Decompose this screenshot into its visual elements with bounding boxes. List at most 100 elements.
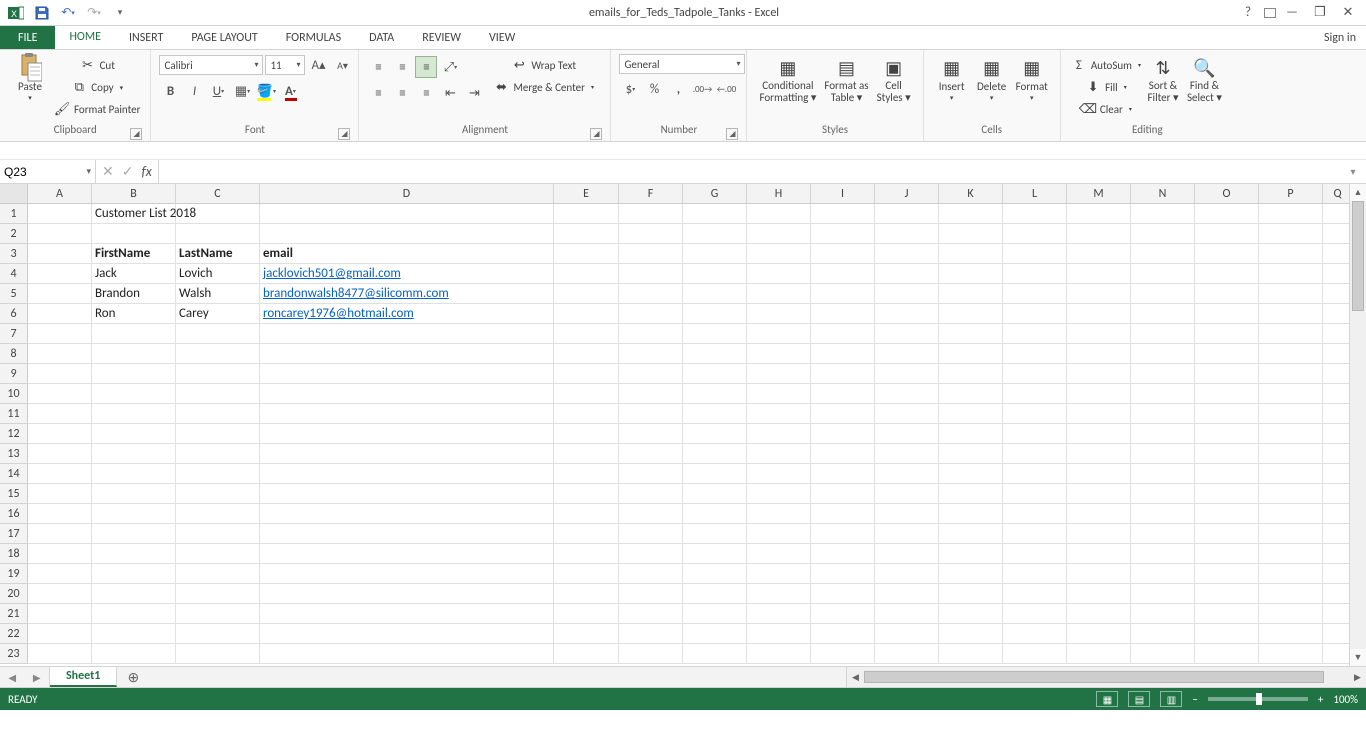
cell-C6[interactable]: Carey bbox=[176, 304, 260, 324]
cell-E1[interactable] bbox=[554, 204, 619, 224]
conditional-formatting-button[interactable]: ▦ConditionalFormatting ▾ bbox=[755, 54, 820, 106]
vscroll-thumb[interactable] bbox=[1352, 201, 1364, 311]
scroll-down-icon[interactable]: ▼ bbox=[1350, 649, 1366, 666]
cell-H23[interactable] bbox=[747, 644, 811, 664]
row-header-10[interactable]: 10 bbox=[0, 384, 28, 404]
cell-P6[interactable] bbox=[1259, 304, 1323, 324]
cell-I14[interactable] bbox=[811, 464, 875, 484]
column-header-C[interactable]: C bbox=[176, 184, 260, 204]
row-header-1[interactable]: 1 bbox=[0, 204, 28, 224]
cell-P4[interactable] bbox=[1259, 264, 1323, 284]
column-header-P[interactable]: P bbox=[1259, 184, 1323, 204]
cell-B15[interactable] bbox=[92, 484, 176, 504]
cell-A10[interactable] bbox=[28, 384, 92, 404]
cell-E15[interactable] bbox=[554, 484, 619, 504]
cell-C3[interactable]: LastName bbox=[176, 244, 260, 264]
column-header-D[interactable]: D bbox=[260, 184, 554, 204]
row-header-4[interactable]: 4 bbox=[0, 264, 28, 284]
cell-I3[interactable] bbox=[811, 244, 875, 264]
cell-E4[interactable] bbox=[554, 264, 619, 284]
cell-K4[interactable] bbox=[939, 264, 1003, 284]
cell-styles-button[interactable]: ▣CellStyles ▾ bbox=[873, 54, 915, 106]
cell-F8[interactable] bbox=[619, 344, 683, 364]
cell-C17[interactable] bbox=[176, 524, 260, 544]
cell-F23[interactable] bbox=[619, 644, 683, 664]
cell-B10[interactable] bbox=[92, 384, 176, 404]
cell-J14[interactable] bbox=[875, 464, 939, 484]
cell-P7[interactable] bbox=[1259, 324, 1323, 344]
column-header-E[interactable]: E bbox=[554, 184, 619, 204]
cell-B23[interactable] bbox=[92, 644, 176, 664]
cell-J8[interactable] bbox=[875, 344, 939, 364]
name-box-dropdown-icon[interactable]: ▾ bbox=[86, 166, 91, 177]
cell-F12[interactable] bbox=[619, 424, 683, 444]
row-header-19[interactable]: 19 bbox=[0, 564, 28, 584]
cell-F16[interactable] bbox=[619, 504, 683, 524]
cut-button[interactable]: ✂Cut bbox=[52, 54, 142, 76]
cell-O9[interactable] bbox=[1195, 364, 1259, 384]
cell-F13[interactable] bbox=[619, 444, 683, 464]
scroll-right-icon[interactable]: ▶ bbox=[1349, 672, 1366, 683]
row-header-16[interactable]: 16 bbox=[0, 504, 28, 524]
merge-center-button[interactable]: ⬌Merge & Center▾ bbox=[491, 76, 596, 98]
cell-N13[interactable] bbox=[1131, 444, 1195, 464]
cell-C5[interactable]: Walsh bbox=[176, 284, 260, 304]
cell-E20[interactable] bbox=[554, 584, 619, 604]
cell-O4[interactable] bbox=[1195, 264, 1259, 284]
cell-M14[interactable] bbox=[1067, 464, 1131, 484]
cell-D4[interactable]: jacklovich501@gmail.com bbox=[260, 264, 554, 284]
cell-E14[interactable] bbox=[554, 464, 619, 484]
zoom-out-icon[interactable]: − bbox=[1192, 693, 1197, 706]
tab-formulas[interactable]: FORMULAS bbox=[272, 26, 355, 49]
row-header-5[interactable]: 5 bbox=[0, 284, 28, 304]
cell-D14[interactable] bbox=[260, 464, 554, 484]
cell-A15[interactable] bbox=[28, 484, 92, 504]
cell-C8[interactable] bbox=[176, 344, 260, 364]
row-header-11[interactable]: 11 bbox=[0, 404, 28, 424]
cell-I6[interactable] bbox=[811, 304, 875, 324]
cell-A1[interactable] bbox=[28, 204, 92, 224]
cell-G7[interactable] bbox=[683, 324, 747, 344]
cell-M9[interactable] bbox=[1067, 364, 1131, 384]
cell-O16[interactable] bbox=[1195, 504, 1259, 524]
row-header-3[interactable]: 3 bbox=[0, 244, 28, 264]
sign-in-link[interactable]: Sign in bbox=[1324, 26, 1366, 49]
cell-A20[interactable] bbox=[28, 584, 92, 604]
cell-E19[interactable] bbox=[554, 564, 619, 584]
cell-M19[interactable] bbox=[1067, 564, 1131, 584]
cell-P8[interactable] bbox=[1259, 344, 1323, 364]
cell-P23[interactable] bbox=[1259, 644, 1323, 664]
cell-E10[interactable] bbox=[554, 384, 619, 404]
cell-I21[interactable] bbox=[811, 604, 875, 624]
email-link[interactable]: roncarey1976@hotmail.com bbox=[263, 306, 414, 321]
cell-P5[interactable] bbox=[1259, 284, 1323, 304]
cell-E3[interactable] bbox=[554, 244, 619, 264]
cell-H1[interactable] bbox=[747, 204, 811, 224]
cell-J7[interactable] bbox=[875, 324, 939, 344]
font-color-button[interactable]: A▾ bbox=[279, 80, 301, 102]
cell-N16[interactable] bbox=[1131, 504, 1195, 524]
cell-P1[interactable] bbox=[1259, 204, 1323, 224]
cell-I5[interactable] bbox=[811, 284, 875, 304]
ribbon-display-icon[interactable] bbox=[1264, 8, 1276, 18]
cell-G11[interactable] bbox=[683, 404, 747, 424]
cell-H11[interactable] bbox=[747, 404, 811, 424]
cell-D22[interactable] bbox=[260, 624, 554, 644]
fx-icon[interactable]: fx bbox=[141, 163, 151, 180]
cell-D11[interactable] bbox=[260, 404, 554, 424]
tab-pagelayout[interactable]: PAGE LAYOUT bbox=[177, 26, 271, 49]
cell-O14[interactable] bbox=[1195, 464, 1259, 484]
cell-G10[interactable] bbox=[683, 384, 747, 404]
cell-L2[interactable] bbox=[1003, 224, 1067, 244]
cell-L18[interactable] bbox=[1003, 544, 1067, 564]
bold-button[interactable]: B bbox=[159, 80, 181, 102]
cell-E9[interactable] bbox=[554, 364, 619, 384]
cell-O6[interactable] bbox=[1195, 304, 1259, 324]
cell-K17[interactable] bbox=[939, 524, 1003, 544]
cell-A5[interactable] bbox=[28, 284, 92, 304]
cell-K3[interactable] bbox=[939, 244, 1003, 264]
row-header-14[interactable]: 14 bbox=[0, 464, 28, 484]
alignment-launcher[interactable]: ◢ bbox=[590, 128, 602, 140]
cell-D6[interactable]: roncarey1976@hotmail.com bbox=[260, 304, 554, 324]
cell-I13[interactable] bbox=[811, 444, 875, 464]
